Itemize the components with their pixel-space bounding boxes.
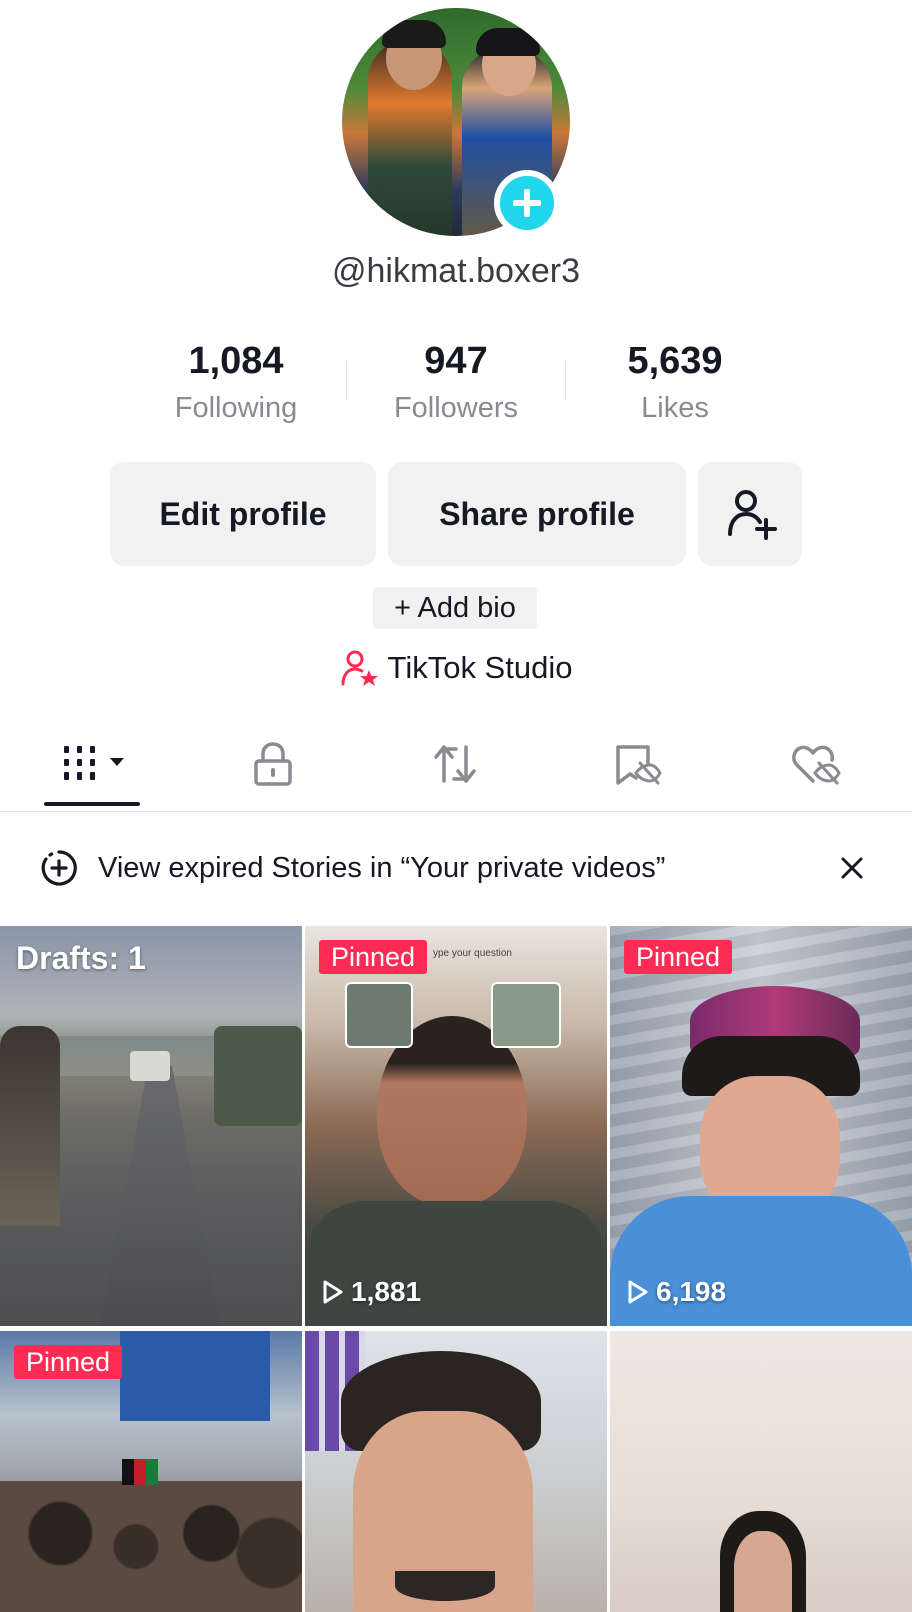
pinned-badge: Pinned: [319, 940, 428, 974]
stat-followers[interactable]: 947 Followers: [356, 340, 556, 425]
add-user-icon: [728, 490, 777, 540]
studio-user-star-icon: [341, 650, 378, 686]
view-count-value: 6,198: [656, 1276, 727, 1307]
tiktok-studio-link[interactable]: TikTok Studio: [0, 648, 912, 688]
video-tile[interactable]: [305, 1331, 607, 1612]
expired-stories-banner[interactable]: View expired Stories in “Your private vi…: [0, 830, 912, 906]
pinned-badge: Pinned: [624, 940, 733, 974]
video-tile[interactable]: Pinned 6,198: [610, 926, 912, 1326]
play-icon: [628, 1280, 648, 1304]
username: @hikmat.boxer3: [331, 252, 581, 290]
tab-reposts[interactable]: [400, 736, 510, 792]
banner-text: View expired Stories in “Your private vi…: [98, 851, 666, 884]
grid-icon: [64, 746, 124, 780]
add-bio-button[interactable]: + Add bio: [373, 587, 537, 629]
stat-divider: [346, 362, 347, 400]
tab-favorites[interactable]: [582, 736, 692, 792]
drafts-label: Drafts: 1: [16, 940, 146, 976]
followers-label: Followers: [393, 392, 519, 424]
pinned-badge: Pinned: [14, 1345, 123, 1379]
stat-divider: [565, 362, 566, 400]
video-tile[interactable]: Pinned: [0, 1331, 302, 1612]
view-count: 1,881: [321, 1276, 421, 1308]
tab-videos[interactable]: [40, 736, 150, 792]
add-friends-button[interactable]: [698, 462, 802, 566]
tiktok-studio-label: TikTok Studio: [387, 650, 573, 685]
view-count-value: 1,881: [351, 1276, 422, 1307]
question-overlay-text: ype your question: [433, 948, 512, 959]
following-label: Following: [174, 392, 298, 424]
profile-stats: 1,084 Following 947 Followers 5,639 Like…: [0, 340, 912, 430]
video-tile[interactable]: ype your question Pinned 1,881: [305, 926, 607, 1326]
profile-tabs: [0, 722, 912, 812]
add-avatar-plus-icon[interactable]: [494, 170, 560, 236]
following-count: 1,084: [188, 340, 284, 382]
view-count: 6,198: [626, 1276, 726, 1308]
video-tile[interactable]: [610, 1331, 912, 1612]
followers-count: 947: [424, 340, 488, 382]
story-plus-icon: [41, 850, 77, 886]
stat-likes[interactable]: 5,639 Likes: [575, 340, 775, 425]
play-icon: [323, 1280, 343, 1304]
heart-hidden-icon: [792, 745, 841, 785]
edit-profile-button[interactable]: Edit profile: [110, 462, 376, 566]
profile-avatar-container[interactable]: [342, 8, 570, 236]
close-icon[interactable]: [838, 854, 866, 882]
stat-following[interactable]: 1,084 Following: [136, 340, 336, 425]
likes-count: 5,639: [627, 340, 723, 382]
drafts-video-tile[interactable]: Drafts: 1: [0, 926, 302, 1326]
repost-icon: [434, 745, 476, 783]
video-grid: Drafts: 1 ype your question Pinned 1,881…: [0, 926, 912, 1612]
lock-icon: [254, 742, 292, 786]
tab-liked[interactable]: [762, 736, 872, 792]
tab-private[interactable]: [218, 736, 328, 792]
bookmark-hidden-icon: [616, 745, 662, 785]
likes-label: Likes: [641, 392, 709, 424]
share-profile-button[interactable]: Share profile: [388, 462, 686, 566]
active-tab-indicator: [44, 802, 140, 806]
